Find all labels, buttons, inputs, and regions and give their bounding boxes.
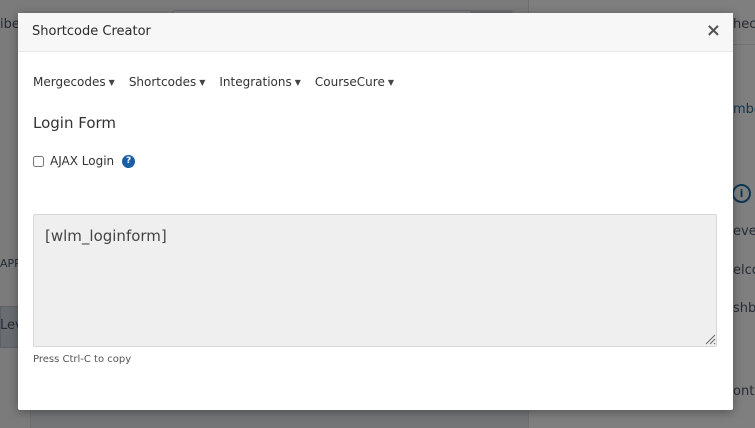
close-icon[interactable]: × — [706, 22, 721, 40]
ajax-login-label: AJAX Login — [50, 154, 115, 168]
caret-down-icon: ▼ — [387, 77, 394, 87]
modal-header: Shortcode Creator × — [18, 13, 733, 52]
section-title: Login Form — [33, 114, 117, 132]
menu-mergecodes-label: Mergecodes — [33, 75, 106, 89]
ajax-login-checkbox[interactable] — [33, 155, 44, 167]
ajax-login-option: AJAX Login ? — [33, 154, 136, 168]
menu-mergecodes[interactable]: Mergecodes ▼ — [33, 75, 115, 89]
caret-down-icon: ▼ — [294, 77, 301, 87]
shortcode-creator-modal: Shortcode Creator × Mergecodes ▼ Shortco… — [18, 13, 733, 410]
copy-hint: Press Ctrl-C to copy — [33, 354, 132, 365]
caret-down-icon: ▼ — [199, 77, 206, 87]
shortcode-output[interactable]: [wlm_loginform] — [33, 214, 717, 347]
menu-shortcodes-label: Shortcodes — [128, 75, 197, 89]
menu-shortcodes[interactable]: Shortcodes ▼ — [129, 75, 206, 89]
menu-integrations[interactable]: Integrations ▼ — [219, 75, 301, 89]
shortcode-menu-bar: Mergecodes ▼ Shortcodes ▼ Integrations ▼… — [33, 75, 394, 89]
modal-title: Shortcode Creator — [32, 24, 151, 39]
caret-down-icon: ▼ — [108, 77, 115, 87]
question-circle-icon[interactable]: ? — [122, 154, 136, 168]
menu-coursecure[interactable]: CourseCure ▼ — [315, 75, 394, 89]
menu-coursecure-label: CourseCure — [314, 75, 385, 89]
menu-integrations-label: Integrations — [219, 75, 292, 89]
resize-grip-icon[interactable] — [704, 333, 716, 345]
